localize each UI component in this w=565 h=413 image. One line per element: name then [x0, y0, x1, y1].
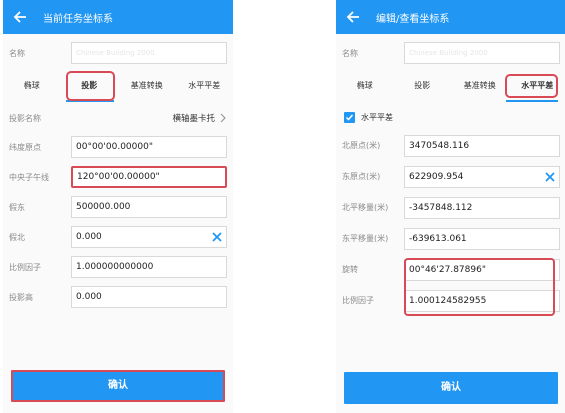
left-phone-screen: 当前任务坐标系 名称 Chinese Building 2000 椭球 投影 基…	[3, 0, 233, 413]
north-origin-input[interactable]: 3470548.116	[404, 134, 560, 157]
north-shift-input[interactable]: -3457848.112	[404, 196, 560, 219]
back-arrow-icon[interactable]	[13, 10, 27, 24]
confirm-button[interactable]: 确认	[11, 370, 225, 402]
tab-bar: 椭球 投影 基准转换 水平平差	[336, 68, 565, 104]
field-label: 北平移量(米)	[342, 203, 389, 212]
field-row: 北原点(米) 3470548.116	[336, 130, 565, 161]
app-bar: 编辑/查看坐标系	[336, 0, 565, 34]
name-row: 名称 Chinese Building 2000	[3, 38, 233, 68]
east-shift-input[interactable]: -639613.061	[404, 227, 560, 250]
name-label: 名称	[9, 48, 25, 58]
confirm-button[interactable]: 确认	[344, 372, 558, 404]
tab-datum-transform[interactable]: 基准转换	[451, 68, 509, 104]
field-label: 东平移量(米)	[342, 234, 389, 243]
false-easting-input[interactable]: 500000.000	[71, 196, 227, 218]
field-value: 00°00'00.00000"	[76, 142, 153, 152]
tab-projection[interactable]: 投影	[394, 68, 452, 104]
field-label: 旋转	[342, 265, 358, 274]
name-placeholder: Chinese Building 2000	[76, 49, 155, 57]
checkbox-label: 水平平差	[361, 112, 393, 122]
clear-icon[interactable]	[211, 231, 223, 243]
clear-icon[interactable]	[544, 171, 556, 183]
page-title: 当前任务坐标系	[43, 13, 113, 25]
name-placeholder: Chinese Building 2000	[409, 49, 488, 57]
field-value: 1.000000000000	[76, 262, 154, 272]
field-row: 北平移量(米) -3457848.112	[336, 192, 565, 223]
field-row: 假北 0.000	[3, 222, 233, 252]
field-value: -639613.061	[409, 233, 467, 244]
field-label: 假北	[9, 232, 25, 242]
tab-horizontal-adjustment[interactable]: 水平平差	[176, 68, 234, 104]
app-bar: 当前任务坐标系	[3, 0, 233, 34]
field-value: 0.000	[76, 292, 102, 302]
chevron-right-icon	[220, 113, 226, 123]
field-row: 假东 500000.000	[3, 192, 233, 222]
name-input[interactable]: Chinese Building 2000	[404, 42, 560, 64]
page-title: 编辑/查看坐标系	[376, 13, 450, 25]
latitude-origin-input[interactable]: 00°00'00.00000"	[71, 136, 227, 158]
field-label: 北原点(米)	[342, 141, 381, 150]
name-input[interactable]: Chinese Building 2000	[71, 42, 227, 64]
projection-name-value: 横轴墨卡托	[172, 112, 227, 124]
field-value: 3470548.116	[409, 140, 470, 151]
field-value: 0.000	[76, 232, 102, 242]
checkbox-checked-icon[interactable]	[344, 111, 355, 123]
field-label: 比例因子	[342, 296, 374, 305]
false-northing-input[interactable]: 0.000	[71, 226, 227, 248]
scale-factor-input[interactable]: 1.000000000000	[71, 256, 227, 278]
projection-name-label: 投影名称	[9, 113, 41, 123]
field-row: 东平移量(米) -639613.061	[336, 223, 565, 254]
rotation-scale-highlight	[404, 258, 555, 316]
field-value: 500000.000	[76, 202, 131, 212]
projection-tab-highlight	[66, 71, 115, 101]
east-origin-input[interactable]: 622909.954	[404, 165, 560, 188]
field-row: 东原点(米) 622909.954	[336, 161, 565, 192]
tab-datum-transform[interactable]: 基准转换	[118, 68, 176, 104]
field-label: 投影高	[9, 292, 33, 302]
name-row: 名称 Chinese Building 2000	[336, 38, 565, 68]
check-mark-icon	[345, 114, 354, 121]
tab-bar: 椭球 投影 基准转换 水平平差	[3, 68, 233, 104]
field-row: 中央子午线 120°00'00.00000"	[3, 162, 233, 192]
tab-ellipsoid[interactable]: 椭球	[3, 68, 61, 104]
field-row: 比例因子 1.000000000000	[3, 252, 233, 282]
field-label: 假东	[9, 202, 25, 212]
field-label: 东原点(米)	[342, 172, 381, 181]
field-row: 纬度原点 00°00'00.00000"	[3, 132, 233, 162]
field-value: 622909.954	[409, 171, 464, 182]
projection-name-text: 横轴墨卡托	[172, 114, 215, 124]
field-value: -3457848.112	[409, 202, 473, 213]
field-label: 中央子午线	[9, 172, 49, 182]
right-phone-screen: 编辑/查看坐标系 名称 Chinese Building 2000 椭球 投影 …	[336, 0, 565, 413]
tab-ellipsoid[interactable]: 椭球	[336, 68, 394, 104]
field-row: 投影高 0.000	[3, 282, 233, 312]
projection-height-input[interactable]: 0.000	[71, 286, 227, 308]
back-arrow-icon[interactable]	[346, 10, 360, 24]
central-meridian-input[interactable]: 120°00'00.00000"	[71, 166, 227, 188]
projection-name-row[interactable]: 投影名称 横轴墨卡托	[3, 104, 233, 132]
active-tab-indicator	[506, 100, 558, 102]
field-label: 比例因子	[9, 262, 41, 272]
name-label: 名称	[342, 48, 358, 58]
field-label: 纬度原点	[9, 142, 41, 152]
horizontal-adjustment-tab-highlight	[505, 74, 558, 98]
field-value: 120°00'00.00000"	[77, 172, 160, 182]
horizontal-adjustment-checkbox-row[interactable]: 水平平差	[336, 104, 565, 130]
